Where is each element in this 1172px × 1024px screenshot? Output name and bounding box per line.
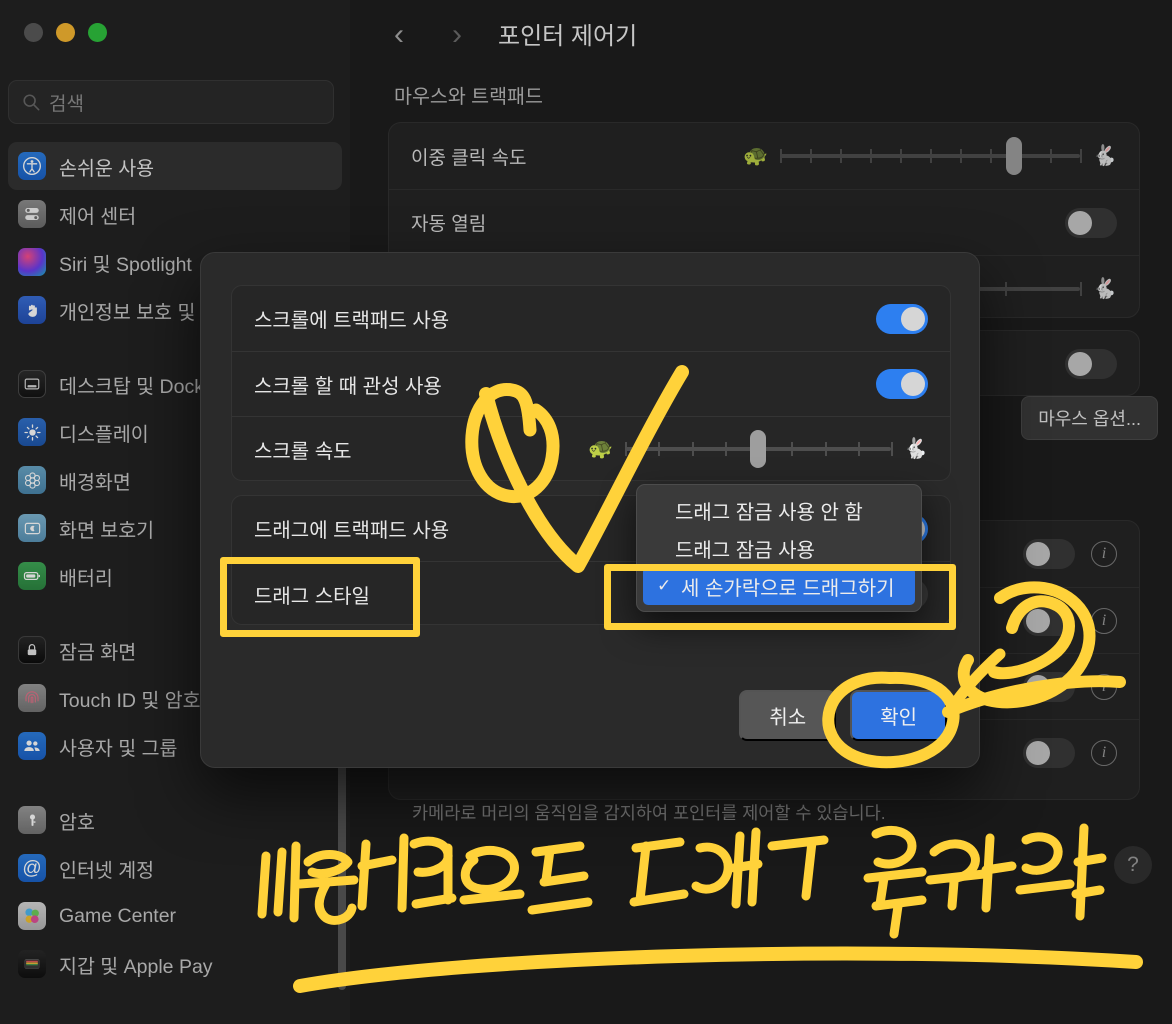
drag-style-dropdown-menu: ✓ 드래그 잠금 사용 안 함 ✓ 드래그 잠금 사용 ✓ 세 손가락으로 드래… [636,484,922,612]
row-scroll-speed: 스크롤 속도 🐢 🐇 [232,416,950,481]
menu-item-no-drag-lock[interactable]: ✓ 드래그 잠금 사용 안 함 [637,491,921,529]
scroll-settings-group: 스크롤에 트랙패드 사용 스크롤 할 때 관성 사용 스크롤 속도 🐢 🐇 [231,285,951,481]
menu-item-label: 세 손가락으로 드래그하기 [681,577,895,600]
dialog-actions: 취소 확인 [739,690,947,741]
scroll-inertia-toggle[interactable] [876,369,928,399]
row-label: 스크롤 속도 [254,440,352,463]
confirm-button[interactable]: 확인 [850,690,947,741]
row-use-trackpad-scrolling: 스크롤에 트랙패드 사용 [232,286,950,351]
row-scroll-inertia: 스크롤 할 때 관성 사용 [232,351,950,416]
menu-item-label: 드래그 잠금 사용 [675,539,815,562]
rabbit-icon: 🐇 [903,438,928,460]
menu-item-drag-lock[interactable]: ✓ 드래그 잠금 사용 [637,529,921,567]
menu-item-label: 드래그 잠금 사용 안 함 [675,501,863,524]
turtle-icon: 🐢 [588,438,614,460]
screen-root: 검색 손쉬운 사용 제어 센터 Siri 및 Spotlight 개인정보 보호… [0,0,1172,1024]
trackpad-scroll-toggle[interactable] [876,303,928,334]
row-label: 스크롤 할 때 관성 사용 [254,375,442,398]
row-label: 스크롤에 트랙패드 사용 [254,310,450,332]
slider-knob[interactable] [750,430,767,468]
scroll-speed-slider[interactable]: 🐢 🐇 [588,430,928,468]
cancel-button[interactable]: 취소 [739,690,837,741]
menu-item-three-finger-drag[interactable]: ✓ 세 손가락으로 드래그하기 [643,567,915,605]
checkmark-icon: ✓ [657,576,672,595]
